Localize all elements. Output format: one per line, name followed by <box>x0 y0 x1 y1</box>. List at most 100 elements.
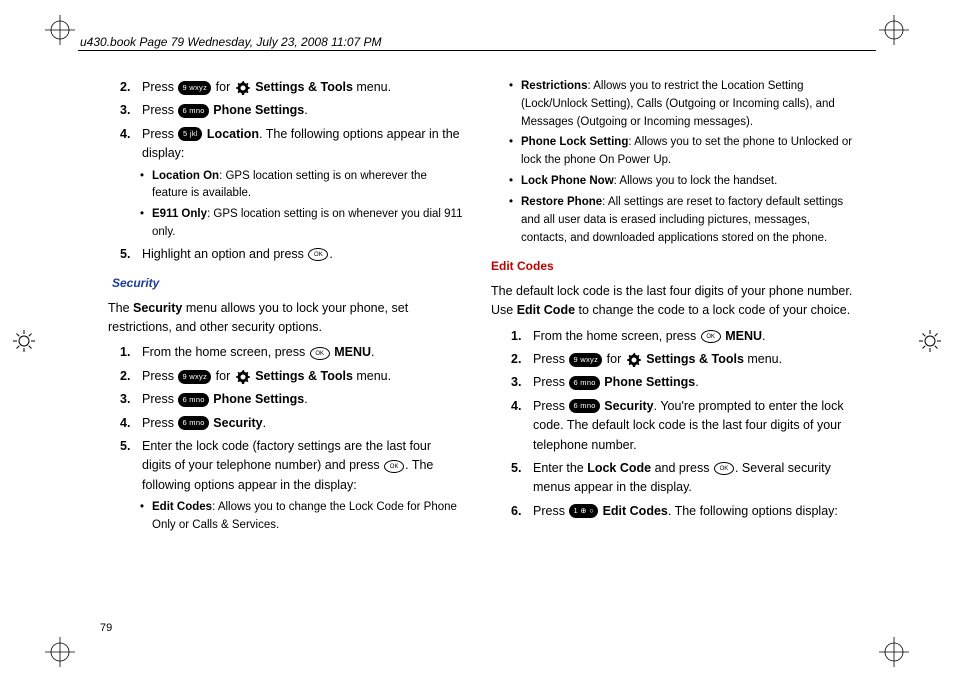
text: Press <box>142 392 177 406</box>
list-item: 2. Press 9 wxyz for Settings & Tools men… <box>100 78 463 97</box>
text: for <box>212 80 234 94</box>
list-item: 5. Highlight an option and press OK. <box>100 245 463 264</box>
ok-key-icon: OK <box>701 330 721 343</box>
settings-gear-icon <box>235 369 251 385</box>
text: From the home screen, press <box>533 329 700 343</box>
list-item: 3. Press 6 mno Phone Settings. <box>491 373 854 392</box>
list-item: 6. Press 1 ⊕ ○ Edit Codes. The following… <box>491 502 854 521</box>
text-bold: Phone Lock Setting <box>521 136 628 148</box>
bullet-item: •Restrictions: Allows you to restrict th… <box>491 78 854 131</box>
text-bold: E911 Only <box>152 208 207 220</box>
list-number: 2. <box>511 350 533 369</box>
text-bold: MENU <box>334 345 371 359</box>
text-bold: MENU <box>725 329 762 343</box>
text-bold: Settings & Tools <box>255 369 353 383</box>
list-item: 1. From the home screen, press OK MENU. <box>491 327 854 346</box>
list-number: 6. <box>511 502 533 521</box>
key-1-icon: 1 ⊕ ○ <box>569 504 598 518</box>
list-number: 5. <box>120 245 142 264</box>
gear-mark-left <box>10 327 38 355</box>
list-number: 5. <box>511 459 533 498</box>
key-6-icon: 6 mno <box>178 416 208 430</box>
ok-key-icon: OK <box>384 460 404 473</box>
bullet-item: •Lock Phone Now: Allows you to lock the … <box>491 173 854 191</box>
text-bold: Phone Settings <box>213 392 304 406</box>
list-item: 5. Enter the Lock Code and press OK. Sev… <box>491 459 854 498</box>
text: From the home screen, press <box>142 345 309 359</box>
list-item: 4. Press 6 mno Security. You're prompted… <box>491 397 854 455</box>
key-6-icon: 6 mno <box>569 376 599 390</box>
list-item: 1. From the home screen, press OK MENU. <box>100 343 463 362</box>
crop-mark-tr <box>879 15 909 45</box>
text: for <box>603 352 625 366</box>
text-bold: Edit Codes <box>152 501 212 513</box>
text: : Allows you to lock the handset. <box>614 175 778 187</box>
list-number: 3. <box>120 101 142 120</box>
settings-gear-icon <box>235 80 251 96</box>
text: Press <box>142 80 177 94</box>
text-bold: Security <box>604 399 653 413</box>
key-9-icon: 9 wxyz <box>569 353 602 367</box>
crop-mark-bl <box>45 637 75 667</box>
text: menu. <box>353 80 391 94</box>
text-bold: Location <box>207 127 259 141</box>
text: Press <box>533 375 568 389</box>
list-number: 4. <box>120 125 142 164</box>
key-5-icon: 5 jkl <box>178 127 202 141</box>
settings-gear-icon <box>626 352 642 368</box>
bullet-item: • Edit Codes: Allows you to change the L… <box>100 499 463 535</box>
list-item: 4. Press 6 mno Security. <box>100 414 463 433</box>
bullet-item: •Phone Lock Setting: Allows you to set t… <box>491 134 854 170</box>
bullet-item: •Restore Phone: All settings are reset t… <box>491 194 854 247</box>
text: Press <box>533 352 568 366</box>
paragraph: The default lock code is the last four d… <box>491 282 854 321</box>
ok-key-icon: OK <box>310 347 330 360</box>
text-bold: Settings & Tools <box>255 80 353 94</box>
list-number: 2. <box>120 367 142 386</box>
text-bold: Restrictions <box>521 80 587 92</box>
text: . The following options display: <box>668 504 838 518</box>
crop-mark-br <box>879 637 909 667</box>
text: Press <box>533 399 568 413</box>
paragraph: The Security menu allows you to lock you… <box>100 299 463 338</box>
text: menu. <box>744 352 782 366</box>
list-item: 4. Press 5 jkl Location. The following o… <box>100 125 463 164</box>
text-bold: Security <box>213 416 262 430</box>
list-number: 4. <box>511 397 533 455</box>
list-number: 1. <box>511 327 533 346</box>
list-number: 4. <box>120 414 142 433</box>
key-6-icon: 6 mno <box>178 104 208 118</box>
ok-key-icon: OK <box>308 248 328 261</box>
page-header: u430.book Page 79 Wednesday, July 23, 20… <box>80 35 382 49</box>
bullet-item: • Location On: GPS location setting is o… <box>100 168 463 204</box>
text: Press <box>142 416 177 430</box>
header-rule <box>78 50 876 51</box>
list-number: 1. <box>120 343 142 362</box>
text-bold: Lock Code <box>587 461 651 475</box>
key-9-icon: 9 wxyz <box>178 370 211 384</box>
text: Highlight an option and press <box>142 247 307 261</box>
right-column: •Restrictions: Allows you to restrict th… <box>491 78 854 622</box>
text-bold: Restore Phone <box>521 196 602 208</box>
text-bold: Lock Phone Now <box>521 175 614 187</box>
text-bold: Phone Settings <box>604 375 695 389</box>
list-item: 2. Press 9 wxyz for Settings & Tools men… <box>100 367 463 386</box>
list-number: 3. <box>120 390 142 409</box>
key-9-icon: 9 wxyz <box>178 81 211 95</box>
list-number: 2. <box>120 78 142 97</box>
gear-mark-right <box>916 327 944 355</box>
text: for <box>212 369 234 383</box>
security-heading: Security <box>112 274 463 293</box>
text-bold: Phone Settings <box>213 103 304 117</box>
text: Press <box>533 504 568 518</box>
text: Press <box>142 127 177 141</box>
ok-key-icon: OK <box>714 462 734 475</box>
text-bold: Location On <box>152 170 219 182</box>
list-item: 2. Press 9 wxyz for Settings & Tools men… <box>491 350 854 369</box>
list-item: 5. Enter the lock code (factory settings… <box>100 437 463 495</box>
text: menu. <box>353 369 391 383</box>
list-number: 3. <box>511 373 533 392</box>
bullet-item: • E911 Only: GPS location setting is on … <box>100 206 463 242</box>
text: Press <box>142 103 177 117</box>
left-column: 2. Press 9 wxyz for Settings & Tools men… <box>100 78 463 622</box>
